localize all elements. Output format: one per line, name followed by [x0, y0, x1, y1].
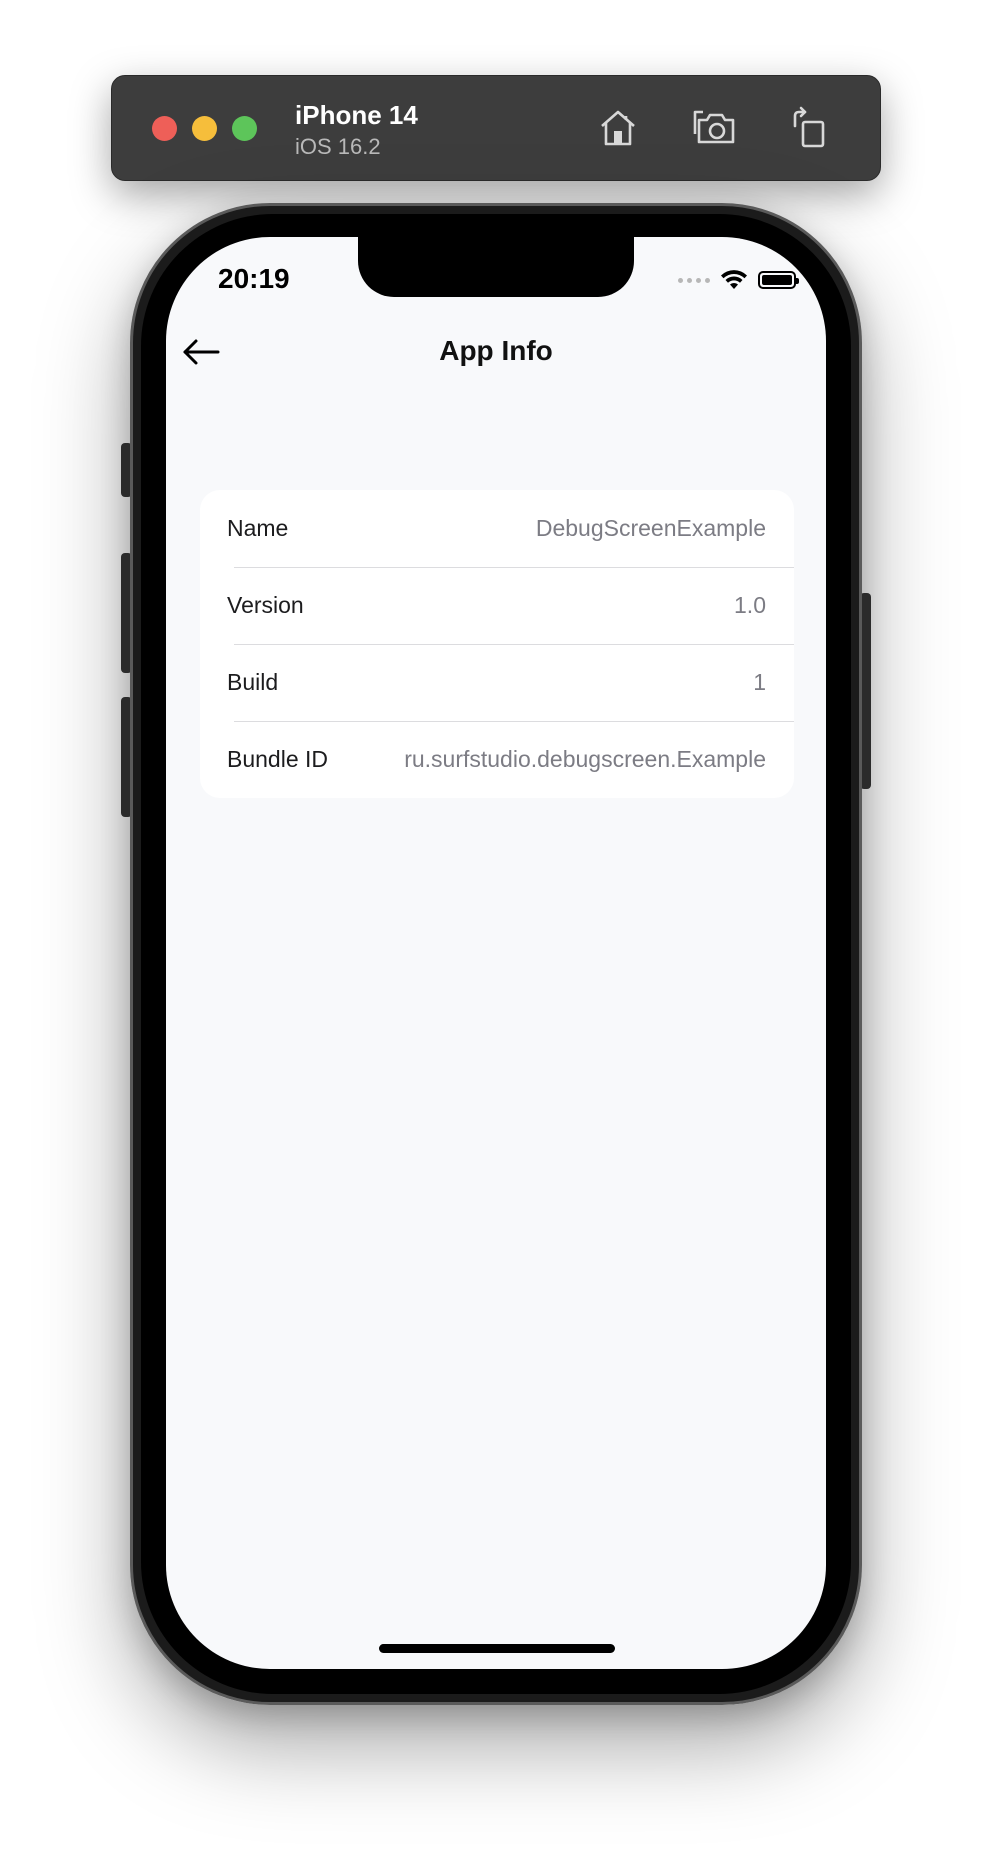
home-indicator[interactable]	[379, 1644, 615, 1653]
row-value: 1.0	[734, 592, 766, 618]
row-value: 1	[753, 669, 766, 695]
info-row-version: Version 1.0	[200, 567, 794, 644]
status-time: 20:19	[218, 263, 290, 294]
info-row-build: Build 1	[200, 644, 794, 721]
simulator-toolbar: iPhone 14 iOS 16.2	[111, 75, 881, 181]
status-icons	[678, 267, 799, 293]
phone-screen: 20:19 App Info Name DebugScreenExample V…	[166, 237, 826, 1669]
screenshot-icon[interactable]	[693, 104, 741, 152]
row-value: DebugScreenExample	[535, 515, 766, 541]
home-icon[interactable]	[594, 104, 642, 152]
battery-icon	[758, 271, 799, 289]
minimize-window-button[interactable]	[192, 116, 217, 141]
app-info-card: Name DebugScreenExample Version 1.0 Buil…	[200, 490, 794, 798]
device-name: iPhone 14	[295, 100, 418, 130]
row-label: Bundle ID	[227, 746, 329, 772]
row-label: Name	[227, 515, 289, 541]
row-label: Version	[227, 592, 304, 618]
notch	[358, 237, 634, 297]
page-title: App Info	[439, 335, 553, 366]
wifi-icon	[720, 269, 748, 291]
signal-icon	[678, 277, 710, 283]
rotate-icon[interactable]	[785, 104, 833, 152]
row-value: ru.surfstudio.debugscreen.Example	[404, 746, 766, 772]
zoom-window-button[interactable]	[232, 116, 257, 141]
os-version: iOS 16.2	[295, 134, 381, 159]
close-window-button[interactable]	[152, 116, 177, 141]
info-row-bundle-id: Bundle ID ru.surfstudio.debugscreen.Exam…	[200, 721, 794, 798]
info-row-name: Name DebugScreenExample	[200, 490, 794, 567]
row-label: Build	[227, 669, 279, 695]
